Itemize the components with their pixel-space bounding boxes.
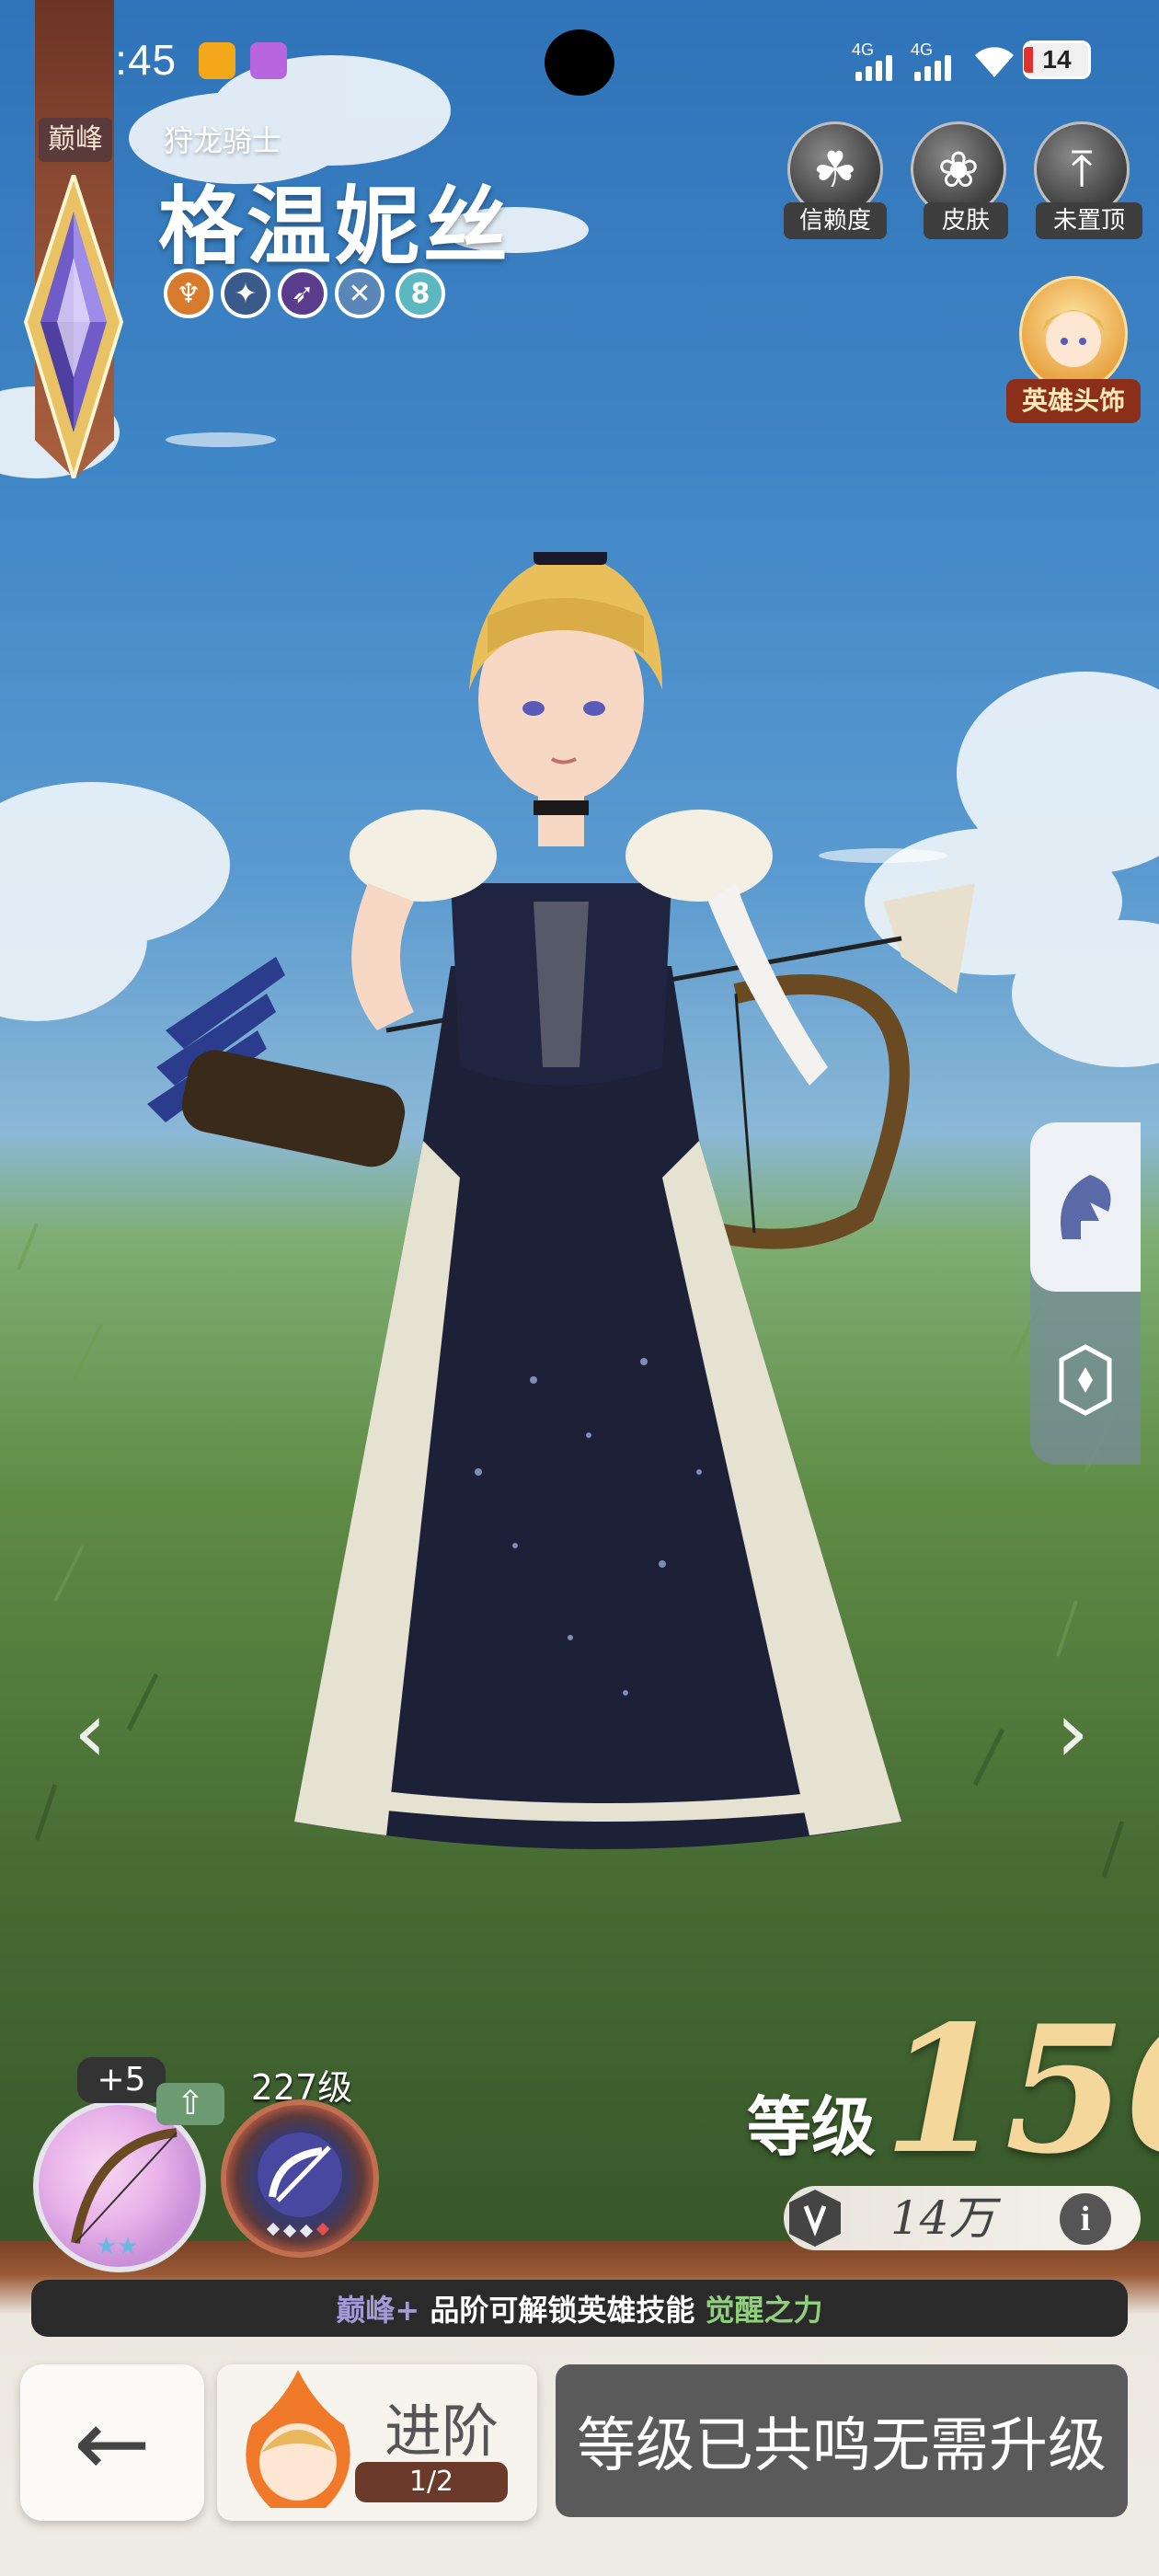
next-hero-arrow[interactable]: › bbox=[1045, 1689, 1100, 1777]
headwear-button[interactable] bbox=[1019, 276, 1128, 392]
hint-text: 品阶可解锁英雄技能 bbox=[419, 2293, 706, 2328]
headwear-label: 英雄头饰 bbox=[1006, 379, 1141, 423]
power-value: 14万 bbox=[890, 2191, 995, 2245]
rune-view-tab[interactable] bbox=[1030, 1295, 1141, 1465]
helmet-icon bbox=[1061, 1175, 1111, 1239]
level-value: 150 bbox=[883, 1987, 1159, 2192]
signal-strength-icon bbox=[914, 44, 951, 81]
rank-crystal-icon[interactable] bbox=[22, 175, 125, 478]
element-icon[interactable]: ✦ bbox=[221, 269, 270, 318]
signal-strength-icon bbox=[855, 44, 892, 81]
hero-view-tab[interactable] bbox=[1030, 1122, 1141, 1292]
level-label: 等级 bbox=[747, 2088, 876, 2165]
swords-icon[interactable]: ✕ bbox=[335, 269, 384, 318]
game-screen: 07:45 4G 4G 14 巅峰 狩龙骑士 格温妮丝 ♆ ✦ ➶ ✕ 8 ☘ … bbox=[0, 0, 1159, 2576]
trust-label: 信赖度 bbox=[784, 202, 887, 239]
camera-cutout bbox=[545, 29, 614, 96]
weapon-slot[interactable]: ★★ bbox=[33, 2099, 206, 2272]
svg-text:★★: ★★ bbox=[96, 2233, 139, 2260]
pin-top-icon: ⤒ bbox=[1071, 140, 1093, 198]
hero-avatar-icon bbox=[1042, 310, 1105, 367]
previous-hero-arrow[interactable]: ‹ bbox=[63, 1689, 118, 1777]
advance-progress: 1/2 bbox=[355, 2462, 508, 2502]
battery-indicator: 14 bbox=[1023, 40, 1091, 79]
hint-skill: 觉醒之力 bbox=[705, 2293, 823, 2328]
skin-label: 皮肤 bbox=[924, 202, 1008, 239]
archer-class-icon[interactable]: ➶ bbox=[278, 269, 327, 318]
skin-icon: ❀ bbox=[937, 140, 980, 199]
weapon-bow-icon: ★★ bbox=[71, 2128, 178, 2260]
rank-badge: 巅峰 bbox=[39, 118, 112, 162]
upgrade-arrow-icon[interactable]: ⇧ bbox=[156, 2083, 224, 2125]
weapon-plus-badge: +5 bbox=[77, 2057, 166, 2103]
level-resonance-button[interactable]: 等级已共鸣无需升级 bbox=[556, 2364, 1128, 2517]
rune-icon bbox=[1059, 1344, 1112, 1416]
faction-icon[interactable]: ♆ bbox=[164, 269, 213, 318]
pin-label: 未置顶 bbox=[1036, 202, 1142, 239]
app-notification-icon bbox=[199, 42, 235, 79]
star-count-badge[interactable]: 8 bbox=[396, 269, 445, 318]
back-arrow-icon: ← bbox=[74, 2388, 151, 2497]
fire-portrait-icon bbox=[246, 2370, 350, 2508]
archer-class-icon bbox=[258, 2133, 342, 2238]
app-notification-icon bbox=[250, 42, 287, 79]
hint-rank: 巅峰+ bbox=[336, 2293, 420, 2328]
info-icon[interactable]: i bbox=[1060, 2193, 1111, 2245]
hint-bar: 巅峰+ 品阶可解锁英雄技能 觉醒之力 bbox=[31, 2280, 1128, 2337]
back-button[interactable]: ← bbox=[20, 2364, 204, 2521]
hero-title: 狩龙骑士 bbox=[164, 123, 282, 158]
advance-label: 进阶 bbox=[384, 2398, 499, 2465]
wifi-icon bbox=[975, 47, 1014, 77]
hero-name: 格温妮丝 bbox=[158, 177, 512, 276]
clover-icon: ☘ bbox=[812, 140, 858, 199]
battery-level: 14 bbox=[1042, 45, 1072, 74]
power-shield-icon bbox=[789, 2190, 841, 2247]
class-slot[interactable] bbox=[221, 2099, 379, 2258]
hero-character[interactable] bbox=[147, 552, 1049, 1932]
